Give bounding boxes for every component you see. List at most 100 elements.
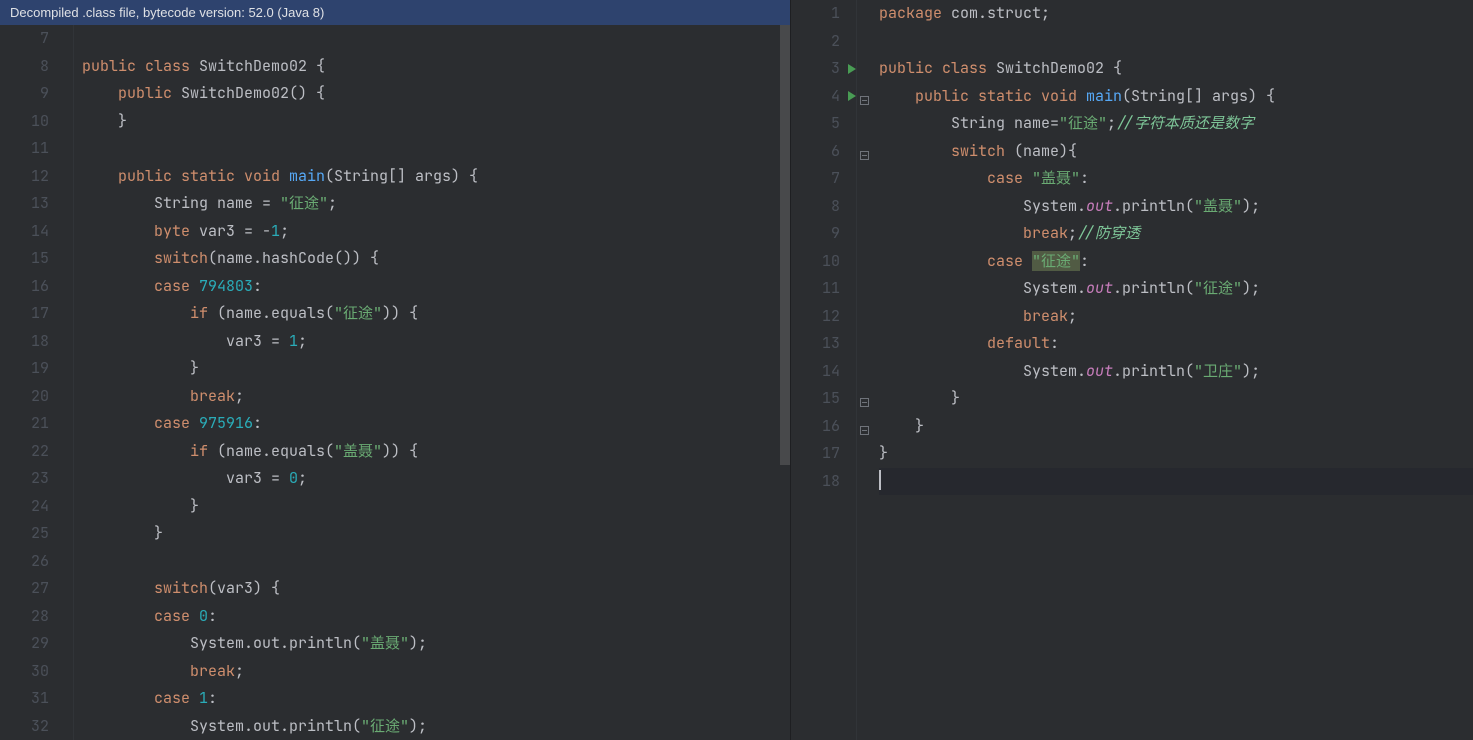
code-line[interactable]: System.out.println("盖聂"); bbox=[82, 630, 790, 658]
line-number[interactable]: 13 bbox=[791, 330, 840, 358]
code-line[interactable]: switch(name.hashCode()) { bbox=[82, 245, 790, 273]
code-line[interactable]: } bbox=[82, 493, 790, 521]
line-number[interactable]: 26 bbox=[0, 548, 49, 576]
code-line[interactable]: switch(var3) { bbox=[82, 575, 790, 603]
left-scrollbar-track[interactable] bbox=[780, 25, 790, 740]
left-scrollbar-thumb[interactable] bbox=[780, 25, 790, 465]
code-line[interactable]: break; bbox=[82, 383, 790, 411]
line-number[interactable]: 21 bbox=[0, 410, 49, 438]
line-number[interactable]: 12 bbox=[0, 163, 49, 191]
line-number[interactable]: 22 bbox=[0, 438, 49, 466]
code-line[interactable]: case 0: bbox=[82, 603, 790, 631]
right-gutter[interactable]: 123456789101112131415161718 bbox=[791, 0, 857, 740]
left-editor-body[interactable]: 7891011121314151617181920212223242526272… bbox=[0, 25, 790, 740]
line-number[interactable]: 18 bbox=[0, 328, 49, 356]
code-line[interactable] bbox=[82, 548, 790, 576]
code-line[interactable] bbox=[82, 25, 790, 53]
fold-toggle-icon[interactable] bbox=[860, 151, 869, 160]
line-number[interactable]: 16 bbox=[791, 413, 840, 441]
code-line[interactable]: public static void main(String[] args) { bbox=[82, 163, 790, 191]
line-number[interactable]: 27 bbox=[0, 575, 49, 603]
line-number[interactable]: 17 bbox=[791, 440, 840, 468]
line-number[interactable]: 30 bbox=[0, 658, 49, 686]
line-number[interactable]: 15 bbox=[791, 385, 840, 413]
left-code[interactable]: public class SwitchDemo02 { public Switc… bbox=[74, 25, 790, 740]
right-code[interactable]: package com.struct; public class SwitchDe… bbox=[871, 0, 1473, 740]
line-number[interactable]: 16 bbox=[0, 273, 49, 301]
code-line[interactable]: case 1: bbox=[82, 685, 790, 713]
code-line[interactable] bbox=[879, 468, 1473, 496]
code-line[interactable] bbox=[879, 28, 1473, 56]
line-number[interactable]: 15 bbox=[0, 245, 49, 273]
fold-end-icon[interactable] bbox=[860, 426, 869, 435]
code-line[interactable] bbox=[82, 135, 790, 163]
right-editor-body[interactable]: 123456789101112131415161718 package com.… bbox=[791, 0, 1473, 740]
code-line[interactable]: String name = "征途"; bbox=[82, 190, 790, 218]
line-number[interactable]: 32 bbox=[0, 713, 49, 740]
line-number[interactable]: 4 bbox=[791, 83, 840, 111]
code-line[interactable]: case "盖聂": bbox=[879, 165, 1473, 193]
left-gutter[interactable]: 7891011121314151617181920212223242526272… bbox=[0, 25, 74, 740]
line-number[interactable]: 9 bbox=[791, 220, 840, 248]
code-line[interactable]: switch (name){ bbox=[879, 138, 1473, 166]
line-number[interactable]: 1 bbox=[791, 0, 840, 28]
line-number[interactable]: 29 bbox=[0, 630, 49, 658]
code-line[interactable]: if (name.equals("盖聂")) { bbox=[82, 438, 790, 466]
code-line[interactable]: break; bbox=[879, 303, 1473, 331]
line-number[interactable]: 11 bbox=[791, 275, 840, 303]
code-line[interactable]: if (name.equals("征途")) { bbox=[82, 300, 790, 328]
line-number[interactable]: 8 bbox=[0, 53, 49, 81]
code-line[interactable]: var3 = 0; bbox=[82, 465, 790, 493]
code-line[interactable]: } bbox=[82, 520, 790, 548]
line-number[interactable]: 2 bbox=[791, 28, 840, 56]
code-line[interactable]: case "征途": bbox=[879, 248, 1473, 276]
line-number[interactable]: 20 bbox=[0, 383, 49, 411]
code-line[interactable]: } bbox=[879, 385, 1473, 413]
line-number[interactable]: 31 bbox=[0, 685, 49, 713]
code-line[interactable]: } bbox=[82, 108, 790, 136]
right-fold-col[interactable] bbox=[857, 0, 871, 740]
code-line[interactable]: System.out.println("盖聂"); bbox=[879, 193, 1473, 221]
code-line[interactable]: } bbox=[82, 355, 790, 383]
code-line[interactable]: System.out.println("征途"); bbox=[879, 275, 1473, 303]
code-line[interactable]: String name="征途";//字符本质还是数字 bbox=[879, 110, 1473, 138]
code-line[interactable]: System.out.println("卫庄"); bbox=[879, 358, 1473, 386]
line-number[interactable]: 8 bbox=[791, 193, 840, 221]
line-number[interactable]: 17 bbox=[0, 300, 49, 328]
run-gutter-icon[interactable] bbox=[848, 91, 856, 101]
line-number[interactable]: 7 bbox=[791, 165, 840, 193]
line-number[interactable]: 7 bbox=[0, 25, 49, 53]
code-line[interactable]: var3 = 1; bbox=[82, 328, 790, 356]
line-number[interactable]: 6 bbox=[791, 138, 840, 166]
run-gutter-icon[interactable] bbox=[848, 64, 856, 74]
code-line[interactable]: public class SwitchDemo02 { bbox=[82, 53, 790, 81]
line-number[interactable]: 28 bbox=[0, 603, 49, 631]
code-line[interactable]: public static void main(String[] args) { bbox=[879, 83, 1473, 111]
code-line[interactable]: package com.struct; bbox=[879, 0, 1473, 28]
code-line[interactable]: } bbox=[879, 413, 1473, 441]
line-number[interactable]: 18 bbox=[791, 468, 840, 496]
line-number[interactable]: 5 bbox=[791, 110, 840, 138]
code-line[interactable]: public SwitchDemo02() { bbox=[82, 80, 790, 108]
code-line[interactable]: } bbox=[879, 440, 1473, 468]
line-number[interactable]: 9 bbox=[0, 80, 49, 108]
code-line[interactable]: byte var3 = -1; bbox=[82, 218, 790, 246]
fold-toggle-icon[interactable] bbox=[860, 96, 869, 105]
line-number[interactable]: 3 bbox=[791, 55, 840, 83]
line-number[interactable]: 14 bbox=[0, 218, 49, 246]
line-number[interactable]: 24 bbox=[0, 493, 49, 521]
line-number[interactable]: 12 bbox=[791, 303, 840, 331]
code-line[interactable]: default: bbox=[879, 330, 1473, 358]
line-number[interactable]: 11 bbox=[0, 135, 49, 163]
code-line[interactable]: case 975916: bbox=[82, 410, 790, 438]
code-line[interactable]: public class SwitchDemo02 { bbox=[879, 55, 1473, 83]
line-number[interactable]: 10 bbox=[791, 248, 840, 276]
code-line[interactable]: case 794803: bbox=[82, 273, 790, 301]
line-number[interactable]: 19 bbox=[0, 355, 49, 383]
line-number[interactable]: 14 bbox=[791, 358, 840, 386]
code-line[interactable]: System.out.println("征途"); bbox=[82, 713, 790, 740]
fold-end-icon[interactable] bbox=[860, 398, 869, 407]
code-line[interactable]: break; bbox=[82, 658, 790, 686]
code-line[interactable]: break;//防穿透 bbox=[879, 220, 1473, 248]
line-number[interactable]: 10 bbox=[0, 108, 49, 136]
